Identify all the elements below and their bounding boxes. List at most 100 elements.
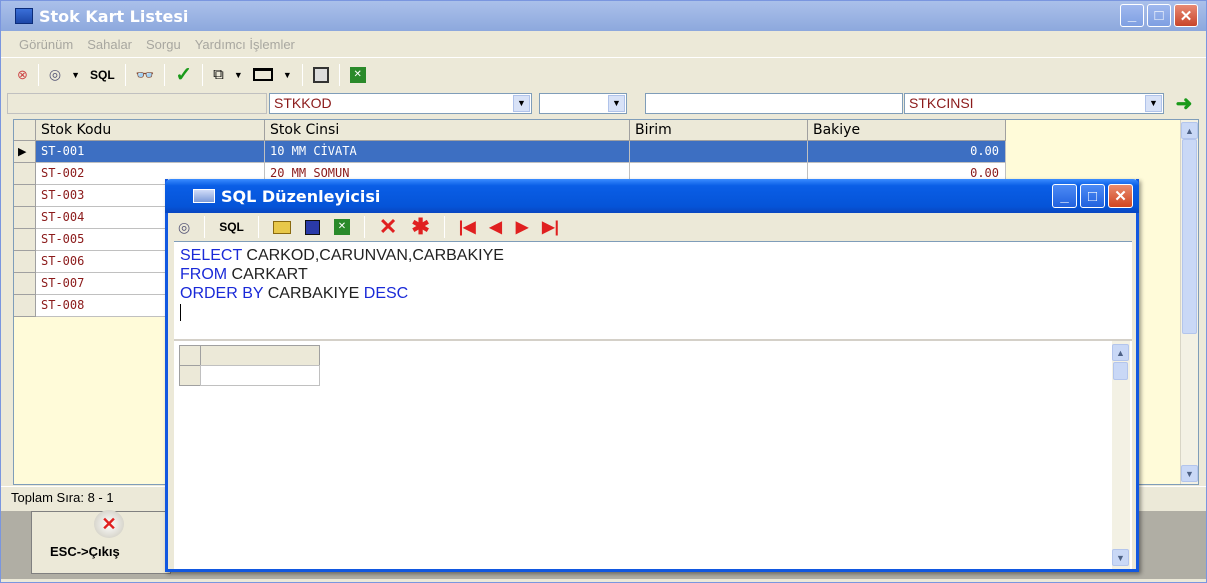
dialog-minimize-button[interactable]: _ (1052, 184, 1077, 208)
go-arrow-button[interactable]: ➜ (1169, 91, 1199, 115)
chevron-down-icon: ▼ (233, 69, 243, 80)
cell-bakiye[interactable]: 0.00 (808, 141, 1006, 163)
last-icon: ▶| (542, 219, 559, 236)
table-row[interactable]: ▶ ST-001 10 MM CİVATA 0.00 (14, 141, 1006, 163)
find-tool-button[interactable]: 👓 (136, 64, 155, 86)
cell-cins[interactable]: 10 MM CİVATA (265, 141, 630, 163)
scroll-down-button[interactable]: ▼ (1181, 465, 1198, 482)
grid-header: Stok Kodu Stok Cinsi Birim Bakiye (14, 120, 1006, 141)
copy-icon: ⧉ (213, 66, 224, 83)
open-tool-button[interactable] (272, 216, 291, 238)
dialog-close-button[interactable]: ✕ (1108, 184, 1133, 208)
chevron-up-icon: ▲ (1116, 347, 1125, 358)
toolbar-separator (37, 63, 39, 86)
sql-label: SQL (219, 220, 244, 234)
filter-blank (7, 93, 267, 114)
scroll-thumb[interactable] (1182, 139, 1197, 334)
close-icon: ✕ (1179, 7, 1193, 25)
menu-yardimci[interactable]: Yardımcı İşlemler (195, 37, 295, 52)
result-vscrollbar[interactable]: ▲ ▼ (1112, 341, 1130, 569)
excel-tool-button[interactable]: ✕ (349, 64, 366, 86)
help-tool-button[interactable]: ◎ (178, 216, 190, 238)
col-stok-kodu[interactable]: Stok Kodu (36, 120, 265, 141)
chevron-down-icon: ▼ (282, 69, 292, 80)
chevron-down-icon[interactable]: ▼ (513, 95, 530, 112)
esc-exit-label: ESC->Çıkış (50, 544, 120, 559)
chevron-down-icon[interactable]: ▼ (608, 95, 625, 112)
sql-label: SQL (90, 67, 115, 82)
col-stok-cinsi[interactable]: Stok Cinsi (265, 120, 630, 141)
window-icon (252, 68, 273, 81)
window-tool-button[interactable] (252, 64, 273, 86)
dialog-maximize-button[interactable]: □ (1080, 184, 1105, 208)
report-tool-button[interactable] (312, 64, 329, 86)
excel-icon: ✕ (349, 66, 366, 83)
row-indicator: ▶ (14, 141, 36, 163)
result-col-header[interactable] (200, 345, 320, 366)
menu-bar: Görünüm Sahalar Sorgu Yardımcı İşlemler (1, 32, 1206, 56)
operator-select[interactable]: ▼ (539, 93, 627, 114)
menu-sahalar[interactable]: Sahalar (87, 37, 132, 52)
delete-all-icon: ✱ (411, 214, 430, 239)
main-titlebar[interactable]: Stok Kart Listesi _ □ ✕ (1, 1, 1206, 31)
prev-record-button[interactable]: ◀ (490, 216, 502, 238)
filter-value-input[interactable] (645, 93, 903, 114)
excel-tool-button[interactable]: ✕ (333, 216, 350, 238)
report-icon (312, 66, 329, 83)
minimize-button[interactable]: _ (1120, 4, 1144, 27)
dropdown-arrow[interactable]: ▼ (234, 64, 243, 86)
sql-tool-button[interactable]: SQL (90, 64, 115, 86)
toolbar-separator (202, 63, 204, 86)
cell-kod[interactable]: ST-001 (36, 141, 265, 163)
help-tool-button[interactable]: ◎ (49, 64, 61, 86)
copy-tool-button[interactable]: ⧉ (213, 64, 224, 86)
esc-exit-button[interactable]: ✕ ESC->Çıkış (31, 510, 171, 574)
dropdown-arrow[interactable]: ▼ (283, 64, 292, 86)
chevron-up-icon: ▲ (1185, 125, 1194, 136)
sql-text-editor[interactable]: SELECT CARKOD,CARUNVAN,CARBAKIYE FROM CA… (174, 241, 1132, 339)
dialog-titlebar[interactable]: SQL Düzenleyicisi _ □ ✕ (165, 179, 1139, 213)
menu-gorunum[interactable]: Görünüm (19, 37, 73, 52)
field-select-2[interactable]: STKCINSI ▼ (904, 93, 1164, 114)
menu-sorgu[interactable]: Sorgu (146, 37, 181, 52)
exit-icon: ✕ (94, 510, 124, 538)
result-corner (179, 345, 201, 366)
col-birim[interactable]: Birim (630, 120, 808, 141)
scroll-down-button[interactable]: ▼ (1112, 549, 1129, 566)
check-tool-button[interactable]: ✓ (175, 64, 192, 86)
next-record-button[interactable]: ▶ (516, 216, 528, 238)
scroll-up-button[interactable]: ▲ (1181, 122, 1198, 139)
save-tool-button[interactable] (304, 216, 320, 238)
sql-tool-button[interactable]: SQL (219, 216, 244, 238)
toolbar-separator (164, 63, 166, 86)
scroll-up-button[interactable]: ▲ (1112, 344, 1129, 361)
help-icon: ◎ (48, 66, 62, 82)
cancel-tool-button[interactable]: ⊗ (17, 64, 28, 86)
first-icon: |◀ (458, 219, 476, 236)
delete-all-tool-button[interactable]: ✱ (411, 214, 430, 239)
dropdown-arrow[interactable]: ▼ (71, 64, 80, 86)
sql-keyword: DESC (363, 285, 409, 302)
last-record-button[interactable]: ▶| (542, 216, 559, 238)
delete-tool-button[interactable]: ✕ (379, 214, 397, 239)
close-button[interactable]: ✕ (1174, 4, 1198, 27)
col-bakiye[interactable]: Bakiye (808, 120, 1006, 141)
chevron-down-icon[interactable]: ▼ (1145, 95, 1162, 112)
scroll-thumb[interactable] (1113, 362, 1128, 380)
field-select-1[interactable]: STKKOD ▼ (269, 93, 532, 114)
close-icon: ✕ (1114, 188, 1127, 205)
first-record-button[interactable]: |◀ (459, 216, 476, 238)
sql-text: CARKOD,CARUNVAN,CARBAKIYE (241, 247, 504, 264)
result-grid[interactable]: ▲ ▼ (174, 339, 1132, 569)
grid-vscrollbar[interactable]: ▲ ▼ (1180, 120, 1198, 484)
prev-icon: ◀ (489, 219, 502, 236)
field-select-2-value: STKCINSI (909, 95, 974, 111)
cell-birim[interactable] (630, 141, 808, 163)
result-cell[interactable] (200, 365, 320, 386)
row-indicator (14, 229, 36, 251)
row-indicator (14, 295, 36, 317)
sql-line-4 (180, 303, 1132, 322)
maximize-button[interactable]: □ (1147, 4, 1171, 27)
row-indicator (14, 251, 36, 273)
toolbar-separator (363, 216, 365, 238)
